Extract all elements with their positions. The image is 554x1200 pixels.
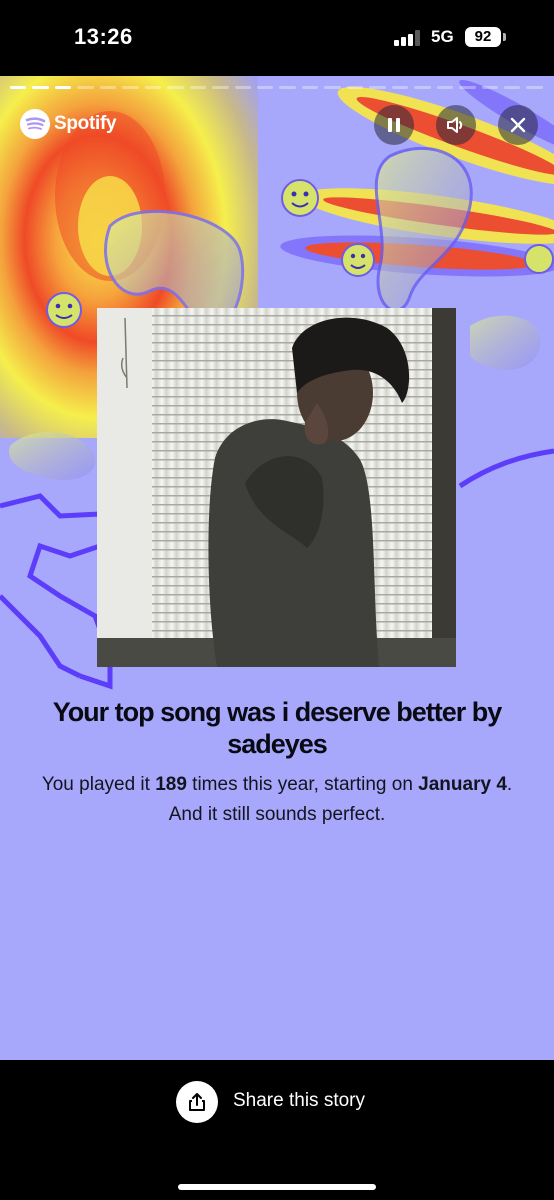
status-time: 13:26	[74, 24, 133, 49]
pause-button[interactable]	[374, 105, 414, 145]
album-cover	[97, 308, 456, 667]
battery-icon: 92	[465, 27, 501, 47]
brand-name: Spotify	[54, 113, 117, 134]
progress-segment	[167, 86, 184, 89]
progress-segment	[301, 86, 319, 89]
progress-segment	[144, 86, 162, 89]
story-progress	[10, 86, 543, 90]
start-date: January 4	[418, 774, 507, 795]
progress-segment	[122, 86, 139, 89]
share-bar	[0, 1060, 554, 1200]
pause-icon	[388, 118, 400, 132]
progress-segment	[346, 86, 364, 89]
network-type: 5G	[431, 27, 454, 46]
battery-cap	[503, 33, 506, 41]
progress-segment	[10, 86, 27, 89]
play-count: 189	[155, 774, 187, 795]
speaker-icon	[447, 117, 463, 133]
progress-segment	[212, 86, 229, 89]
progress-segment	[436, 86, 454, 89]
share-button[interactable]	[176, 1081, 218, 1123]
progress-segment	[503, 86, 521, 89]
close-button[interactable]	[498, 105, 538, 145]
progress-segment	[234, 86, 251, 89]
progress-segment	[324, 86, 341, 89]
progress-segment	[77, 86, 94, 89]
progress-segment	[526, 86, 543, 89]
share-icon	[189, 1093, 205, 1111]
status-bar: 13:26 5G 92	[0, 0, 554, 76]
story-card[interactable]: Spotify Your top song was i deserve bett…	[0, 76, 554, 1060]
progress-segment	[54, 86, 72, 89]
spotify-icon	[20, 109, 50, 139]
progress-segment	[459, 86, 476, 89]
progress-segment	[414, 86, 431, 89]
sound-button[interactable]	[436, 105, 476, 145]
story-title: Your top song was i deserve better by sa…	[52, 697, 503, 759]
close-icon	[510, 117, 526, 133]
body-text-1: You played it	[41, 774, 156, 795]
progress-segment	[369, 86, 386, 89]
body-text-2: times this year, starting on	[186, 774, 419, 795]
progress-segment	[189, 86, 207, 89]
progress-segment	[279, 86, 296, 89]
progress-segment	[256, 86, 274, 89]
progress-segment	[99, 86, 117, 89]
cellular-signal-icon	[394, 30, 424, 46]
home-indicator[interactable]	[178, 1184, 376, 1190]
progress-segment	[32, 86, 49, 89]
spotify-logo: Spotify	[20, 109, 117, 139]
story-body: You played it 189 times this year, start…	[40, 770, 514, 830]
progress-segment	[391, 86, 409, 89]
share-label[interactable]: Share this story	[233, 1090, 365, 1112]
progress-segment	[481, 86, 498, 89]
